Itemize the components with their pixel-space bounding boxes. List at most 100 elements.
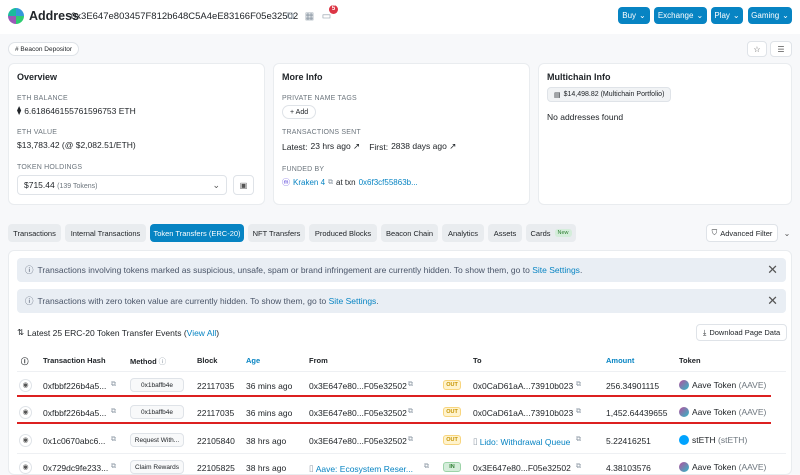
token-name-link[interactable]: stETH (692, 435, 716, 445)
copy-icon[interactable]: ⧉ (328, 179, 333, 187)
token-name-link[interactable]: Aave Token (692, 407, 736, 417)
copy-icon[interactable]: ⧉ (576, 436, 581, 444)
copy-icon[interactable]: ⧉ (576, 463, 581, 471)
portfolio-icon: ▤ (554, 91, 561, 99)
block-link[interactable]: 22105825 (197, 463, 235, 473)
gaming-button[interactable]: Gaming ⌄ (748, 7, 792, 24)
steth-token-icon (679, 435, 689, 445)
header-hash: Transaction Hash (43, 356, 106, 365)
buy-button[interactable]: Buy ⌄ (618, 7, 650, 24)
copy-icon[interactable]: ⧉ (576, 408, 581, 416)
amount-value: 5.22416251 (606, 436, 651, 446)
site-settings-link[interactable]: Site Settings (532, 265, 580, 275)
copy-icon[interactable]: ⧉ (424, 463, 429, 471)
eye-icon[interactable]: ◉ (19, 406, 32, 419)
tab-token-transfers[interactable]: Token Transfers (ERC-20) (150, 224, 244, 242)
funded-by-link[interactable]: Kraken 4 (293, 178, 325, 187)
download-page-data-button[interactable]: ⤓ Download Page Data (696, 324, 788, 341)
add-tag-button[interactable]: + Add (282, 105, 317, 119)
amount-value: 4.38103576 (606, 463, 651, 473)
copy-icon[interactable]: ⧉ (285, 11, 296, 22)
to-contract-link[interactable]: Lido: Withdrawal Queue (480, 437, 571, 447)
view-all-link[interactable]: View All (187, 328, 217, 338)
from-contract-link[interactable]: Aave: Ecosystem Reser... (316, 464, 413, 474)
to-address-link[interactable]: 0x0CaD61aA...73910b023 (473, 408, 573, 418)
list-menu-button[interactable]: ☰ (770, 41, 792, 57)
suspicious-tokens-alert: ⓘ Transactions involving tokens marked a… (17, 258, 786, 282)
token-symbol: (AAVE) (738, 380, 767, 390)
token-symbol: (stETH) (718, 435, 748, 445)
method-badge: Request With... (130, 433, 184, 447)
copy-icon[interactable]: ⧉ (111, 408, 116, 416)
copy-icon[interactable]: ⧉ (111, 381, 116, 389)
tab-cards[interactable]: Cards New (526, 224, 576, 242)
amount-value: 256.34901115 (606, 381, 660, 391)
star-button[interactable]: ☆ (747, 41, 767, 57)
close-icon[interactable]: ✕ (767, 262, 778, 278)
header-block: Block (197, 356, 218, 365)
copy-icon[interactable]: ⧉ (111, 463, 116, 471)
tx-hash-link[interactable]: 0xfbbf226b4a5... (43, 408, 106, 418)
token-name-link[interactable]: Aave Token (692, 380, 736, 390)
highlight-underline (17, 395, 771, 397)
multichain-portfolio-button[interactable]: ▤ $14,498.82 (Multichain Portfolio) (547, 87, 672, 102)
exchange-button[interactable]: Exchange ⌄ (654, 7, 707, 24)
document-icon: ▯ (309, 463, 314, 473)
token-name-link[interactable]: Aave Token (692, 462, 736, 472)
wallet-button[interactable]: ▣ (233, 175, 254, 195)
block-link[interactable]: 22117035 (197, 381, 234, 391)
site-settings-link[interactable]: Site Settings (329, 296, 377, 306)
advanced-filter-button[interactable]: ⛉ Advanced Filter (706, 224, 778, 242)
eye-icon[interactable]: ◉ (19, 434, 32, 447)
qr-code-icon[interactable]: ▦ (304, 11, 315, 22)
tab-analytics[interactable]: Analytics (442, 224, 484, 242)
header-amount[interactable]: Amount (606, 356, 634, 365)
token-cell: stETH (stETH) (679, 435, 747, 445)
copy-icon[interactable]: ⧉ (408, 381, 413, 389)
list-icon: ☰ (777, 44, 785, 54)
beacon-depositor-tag[interactable]: # Beacon Depositor (8, 42, 80, 56)
tab-transactions[interactable]: Transactions (8, 224, 61, 242)
copy-icon[interactable]: ⧉ (111, 436, 116, 444)
first-tx-link[interactable]: 2838 days ago ↗ (391, 141, 456, 152)
chevron-down-icon: ⌄ (639, 11, 646, 20)
copy-icon[interactable]: ⧉ (408, 436, 413, 444)
token-holdings-dropdown[interactable]: $715.44 (139 Tokens) ⌄ (17, 175, 227, 195)
block-link[interactable]: 22117035 (197, 408, 234, 418)
header-method: Method ⓘ (130, 357, 167, 366)
eth-balance-row: ⧫ 6.618646155761596753 ETH (17, 105, 136, 116)
tab-produced-blocks[interactable]: Produced Blocks (309, 224, 377, 242)
direction-badge: OUT (443, 407, 461, 417)
address-avatar (8, 8, 24, 24)
token-symbol: (AAVE) (738, 462, 767, 472)
no-addresses-text: No addresses found (547, 112, 624, 122)
block-link[interactable]: 22105840 (197, 436, 235, 446)
close-icon[interactable]: ✕ (767, 293, 778, 309)
copy-icon[interactable]: ⧉ (576, 381, 581, 389)
tab-beacon-chain[interactable]: Beacon Chain (381, 224, 438, 242)
chevron-down-icon: ⌄ (782, 11, 789, 20)
eye-icon[interactable]: ◉ (19, 379, 32, 392)
funded-by-txn-link[interactable]: 0x6f3cf55863b... (359, 178, 418, 187)
play-button[interactable]: Play ⌄ (711, 7, 743, 24)
tab-nft-transfers[interactable]: NFT Transfers (248, 224, 305, 242)
eth-balance-value: 6.618646155761596753 ETH (24, 105, 136, 116)
eth-value: $13,783.42 (@ $2,082.51/ETH) (17, 140, 136, 150)
tx-hash-link[interactable]: 0x729dc9fe233... (43, 463, 108, 473)
document-icon: ▯ (473, 436, 478, 446)
tab-assets[interactable]: Assets (488, 224, 522, 242)
method-badge: 0x1baffb4e (130, 378, 184, 392)
tab-internal-transactions[interactable]: Internal Transactions (65, 224, 146, 242)
eye-icon[interactable]: ◉ (19, 461, 32, 474)
tx-hash-link[interactable]: 0xfbbf226b4a5... (43, 381, 106, 391)
age-value: 36 mins ago (246, 381, 293, 391)
to-address-link[interactable]: 0x0CaD61aA...73910b023 (473, 381, 573, 391)
transfer-summary: ⇅ Latest 25 ERC-20 Token Transfer Events… (17, 327, 220, 338)
latest-tx-link[interactable]: 23 hrs ago ↗ (311, 141, 361, 152)
copy-icon[interactable]: ⧉ (408, 408, 413, 416)
more-options-button[interactable]: ⌄ (780, 224, 794, 242)
tx-hash-link[interactable]: 0x1c0670abc6... (43, 436, 105, 446)
chevron-down-icon: ⌄ (732, 11, 740, 20)
ethereum-icon: ⧫ (17, 105, 22, 115)
header-age[interactable]: Age (246, 356, 260, 365)
